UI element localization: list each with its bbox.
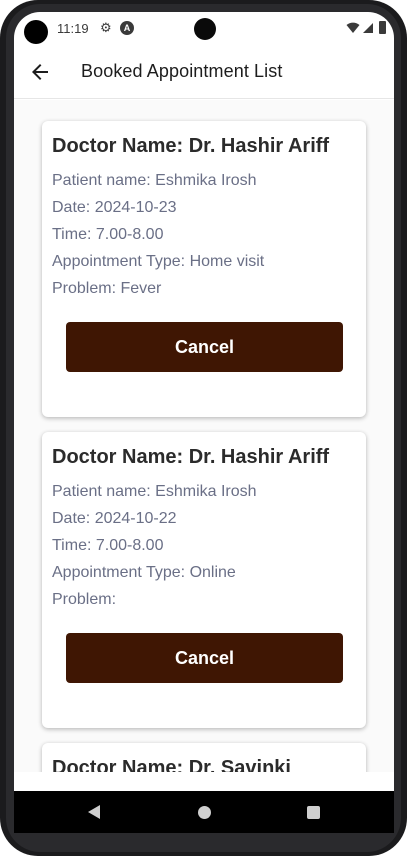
signal-icon	[363, 23, 373, 33]
battery-icon	[379, 21, 386, 34]
appointment-card: Doctor Name: Dr. Savinki	[42, 743, 366, 772]
appointment-card: Doctor Name: Dr. Hashir Ariff Patient na…	[42, 432, 366, 728]
appointment-time: Time: 7.00-8.00	[52, 226, 164, 243]
appointment-problem: Problem: Fever	[52, 280, 162, 297]
a-badge-icon: A	[120, 21, 134, 35]
cancel-button[interactable]: Cancel	[66, 322, 343, 372]
patient-name: Patient name: Eshmika Irosh	[52, 483, 257, 500]
appointment-type: Appointment Type: Online	[52, 564, 236, 581]
appointment-date: Date: 2024-10-23	[52, 199, 177, 216]
app-bar: Booked Appointment List	[14, 46, 394, 99]
wifi-icon	[346, 22, 360, 33]
cancel-button[interactable]: Cancel	[66, 633, 343, 683]
appointment-list[interactable]: Doctor Name: Dr. Hashir Ariff Patient na…	[14, 100, 394, 772]
appointment-date: Date: 2024-10-22	[52, 510, 177, 527]
camera-punch-hole	[194, 18, 216, 40]
navigation-bar	[14, 791, 394, 833]
arrow-left-icon[interactable]	[28, 60, 52, 84]
page-title: Booked Appointment List	[81, 61, 283, 81]
nav-recents-icon[interactable]	[307, 806, 320, 819]
patient-name: Patient name: Eshmika Irosh	[52, 172, 257, 189]
status-bar: 11:19 ⚙ A	[14, 12, 394, 46]
appointment-time: Time: 7.00-8.00	[52, 537, 164, 554]
nav-back-icon[interactable]	[87, 804, 101, 820]
screen: 11:19 ⚙ A Booked Appointment List Doctor…	[14, 12, 394, 820]
appointment-card: Doctor Name: Dr. Hashir Ariff Patient na…	[42, 121, 366, 417]
nav-home-icon[interactable]	[198, 806, 211, 819]
appointment-problem: Problem:	[52, 591, 117, 608]
status-time: 11:19	[57, 21, 89, 36]
doctor-name: Doctor Name: Dr. Savinki	[52, 757, 291, 772]
gear-icon: ⚙	[100, 20, 112, 35]
doctor-name: Doctor Name: Dr. Hashir Ariff	[52, 446, 330, 468]
status-dot	[24, 20, 48, 44]
doctor-name: Doctor Name: Dr. Hashir Ariff	[52, 135, 330, 157]
appointment-type: Appointment Type: Home visit	[52, 253, 265, 270]
